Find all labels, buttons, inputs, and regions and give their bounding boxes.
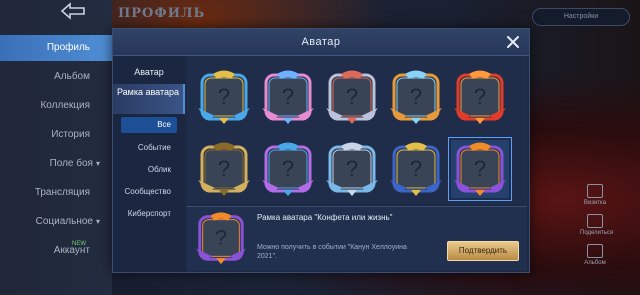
share-tool-button[interactable]: Поделиться xyxy=(580,214,614,236)
nav-label: Альбом xyxy=(54,71,90,82)
svg-text:?: ? xyxy=(346,156,358,181)
tab-label: Облик xyxy=(147,165,171,174)
chevron-down-icon: ▾ xyxy=(95,159,100,168)
tab-label: Событие xyxy=(137,143,171,152)
nav-item-history[interactable]: История xyxy=(0,122,112,148)
subtab-community[interactable]: Сообщество xyxy=(113,184,185,200)
tab-label: Все xyxy=(157,120,171,129)
tab-label: Сообщество xyxy=(124,187,171,196)
svg-text:?: ? xyxy=(218,84,230,109)
close-icon[interactable] xyxy=(505,34,521,50)
album-tool-button[interactable]: Альбом xyxy=(580,244,610,266)
svg-text:?: ? xyxy=(410,156,422,181)
avatar-frame-tile[interactable]: ? xyxy=(259,68,317,126)
subtab-all[interactable]: Все xyxy=(121,117,177,133)
profile-side-nav: Профиль Альбом Коллекция История Поле бо… xyxy=(0,0,112,295)
subtab-event[interactable]: Событие xyxy=(113,140,185,156)
avatar-frame-tile[interactable]: ? xyxy=(387,68,445,126)
share-icon xyxy=(587,214,603,228)
settings-button[interactable]: Настройки xyxy=(532,8,630,26)
nav-label: История xyxy=(51,129,90,140)
frame-grid: ?????????? xyxy=(187,56,527,204)
tool-label: Поделиться xyxy=(580,230,614,236)
page-title: ПРОФИЛЬ xyxy=(118,6,206,21)
nav-item-album[interactable]: Альбом xyxy=(0,64,112,90)
tool-label: Визитка xyxy=(583,200,607,206)
avatar-frame-tile[interactable]: ? xyxy=(323,140,381,198)
tab-label: Аватар xyxy=(134,67,164,77)
new-badge: NEW xyxy=(72,241,86,247)
nav-item-social[interactable]: Социальное ▾ xyxy=(0,209,112,235)
card-tool-button[interactable]: Визитка xyxy=(580,184,610,206)
avatar-frame-tile[interactable]: ? xyxy=(195,68,253,126)
nav-item-stream[interactable]: Трансляция xyxy=(0,180,112,206)
nav-item-collection[interactable]: Коллекция xyxy=(0,93,112,119)
tab-label: Киберспорт xyxy=(127,209,171,218)
card-icon xyxy=(587,184,603,198)
svg-text:?: ? xyxy=(282,84,294,109)
frame-description: Можно получить в событии "Канун Хеллоуин… xyxy=(257,244,407,260)
avatar-frame-tile[interactable]: ? xyxy=(259,140,317,198)
modal-tabs: Аватар Рамка аватара Все Событие Облик С… xyxy=(113,56,185,272)
nav-item-account[interactable]: NEW Аккаунт xyxy=(0,238,112,264)
avatar-frame-tile[interactable]: ? xyxy=(387,140,445,198)
svg-text:?: ? xyxy=(218,156,230,181)
tab-label: Рамка аватара xyxy=(116,87,180,97)
confirm-label: Подтвердить xyxy=(458,246,508,255)
confirm-button[interactable]: Подтвердить xyxy=(447,241,519,261)
subtab-esports[interactable]: Киберспорт xyxy=(113,206,185,222)
subtab-skin[interactable]: Облик xyxy=(113,162,185,178)
tab-avatar-frame[interactable]: Рамка аватара xyxy=(113,84,185,114)
back-arrow-icon[interactable] xyxy=(58,2,88,20)
tool-label: Альбом xyxy=(584,260,606,266)
avatar-frame-tile[interactable]: ? xyxy=(451,68,509,126)
frame-detail-panel: ? Рамка аватара "Конфета или жизнь" Можн… xyxy=(187,206,527,271)
svg-text:?: ? xyxy=(215,226,227,250)
avatar-modal: Аватар Аватар Рамка аватара Все Событие … xyxy=(112,28,530,273)
frame-name: Рамка аватара "Конфета или жизнь" xyxy=(257,213,393,222)
settings-label: Настройки xyxy=(563,13,599,20)
nav-label: Профиль xyxy=(46,42,90,53)
modal-title: Аватар xyxy=(301,36,341,48)
nav-label: Коллекция xyxy=(40,100,90,111)
nav-item-battlefield[interactable]: Поле боя ▾ xyxy=(0,151,112,177)
avatar-frame-tile[interactable]: ? xyxy=(195,140,253,198)
svg-text:?: ? xyxy=(474,84,486,109)
nav-label: Социальное xyxy=(35,216,93,227)
chevron-down-icon: ▾ xyxy=(95,217,100,226)
svg-text:?: ? xyxy=(474,156,486,181)
svg-text:?: ? xyxy=(282,156,294,181)
svg-text:?: ? xyxy=(410,84,422,109)
nav-item-profile[interactable]: Профиль xyxy=(0,35,112,61)
nav-label: Трансляция xyxy=(34,187,90,198)
tab-avatar[interactable]: Аватар xyxy=(113,62,185,82)
avatar-frame-tile[interactable]: ? xyxy=(323,68,381,126)
album-icon xyxy=(587,244,603,258)
modal-header: Аватар xyxy=(113,29,529,56)
svg-text:?: ? xyxy=(346,84,358,109)
selected-frame-preview: ? xyxy=(193,210,249,268)
avatar-frame-tile[interactable]: ? xyxy=(448,137,512,201)
nav-label: Поле боя xyxy=(49,158,93,169)
